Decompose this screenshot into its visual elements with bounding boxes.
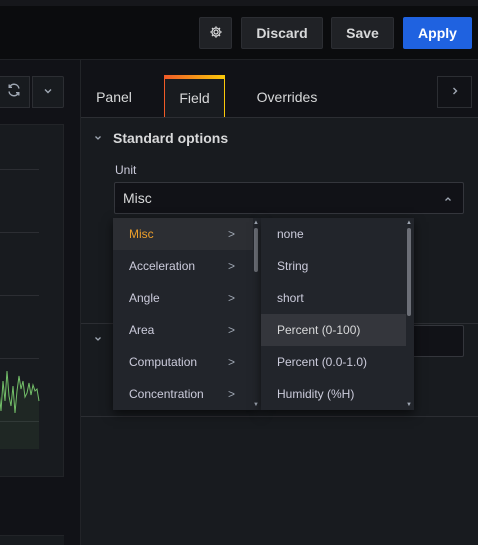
menu-item-percent-0-1[interactable]: Percent (0.0-1.0) <box>261 346 406 378</box>
menu-item-label: short <box>277 291 304 305</box>
menu-item-misc[interactable]: Misc > <box>113 218 253 250</box>
settings-button[interactable] <box>199 17 232 49</box>
graph-preview <box>0 124 64 477</box>
chevron-up-icon <box>443 191 453 207</box>
chevron-down-icon[interactable] <box>93 333 103 347</box>
menu-item-acceleration[interactable]: Acceleration > <box>113 250 253 282</box>
unit-select-value: Misc <box>123 190 152 206</box>
refresh-icon <box>6 82 22 103</box>
menu-item-none[interactable]: none <box>261 218 406 250</box>
tab-field[interactable]: Field <box>164 77 225 117</box>
chevron-down-icon <box>93 130 103 146</box>
apply-button[interactable]: Apply <box>403 17 472 49</box>
menu-item-angle[interactable]: Angle > <box>113 282 253 314</box>
chevron-right-icon: > <box>228 323 236 337</box>
menu-item-label: Misc <box>129 227 154 241</box>
menu-item-area[interactable]: Area > <box>113 314 253 346</box>
discard-button[interactable]: Discard <box>241 17 323 49</box>
tab-active-indicator <box>164 75 225 77</box>
menu-item-string[interactable]: String <box>261 250 406 282</box>
menu-item-short[interactable]: short <box>261 282 406 314</box>
menu-item-label: Percent (0.0-1.0) <box>277 355 368 369</box>
unit-option-menu: none String short Percent (0-100) Percen… <box>261 218 414 410</box>
menu-item-label: String <box>277 259 309 273</box>
graph-series-line <box>0 370 40 449</box>
menu-item-percent-0-100[interactable]: Percent (0-100) <box>261 314 406 346</box>
chevron-right-icon: > <box>228 259 236 273</box>
menu-item-label: none <box>277 227 304 241</box>
menu-item-label: Concentration <box>129 387 204 401</box>
save-button[interactable]: Save <box>331 17 394 49</box>
collapse-options-button[interactable] <box>437 76 472 108</box>
preview-bottom <box>0 535 64 545</box>
gear-icon <box>209 25 223 42</box>
unit-select[interactable]: Misc <box>114 182 464 214</box>
chevron-right-icon <box>450 83 460 101</box>
menu-item-label: Angle <box>129 291 160 305</box>
tab-overrides[interactable]: Overrides <box>248 77 326 117</box>
unit-category-menu: Misc > Acceleration > Angle > Area > Com… <box>113 218 261 410</box>
chevron-right-icon: > <box>228 355 236 369</box>
standard-options-header[interactable]: Standard options <box>93 128 228 148</box>
menu-item-label: Acceleration <box>129 259 196 273</box>
menu-item-concentration[interactable]: Concentration > <box>113 378 253 410</box>
unit-label: Unit <box>115 163 137 177</box>
menu-item-label: Humidity (%H) <box>277 387 355 401</box>
chevron-down-icon <box>43 83 53 101</box>
chevron-right-icon: > <box>228 227 236 241</box>
category-scrollbar[interactable]: ▲ ▼ <box>253 220 259 408</box>
menu-item-label: Area <box>129 323 155 337</box>
top-toolbar: Discard Save Apply <box>0 0 478 60</box>
chevron-right-icon: > <box>228 291 236 305</box>
panel-preview <box>0 60 80 545</box>
tab-panel[interactable]: Panel <box>87 77 141 117</box>
refresh-interval-dropdown[interactable] <box>32 76 64 108</box>
menu-item-computation[interactable]: Computation > <box>113 346 253 378</box>
chevron-right-icon: > <box>228 387 236 401</box>
refresh-button[interactable] <box>0 76 30 108</box>
menu-item-humidity[interactable]: Humidity (%H) <box>261 378 406 410</box>
divider <box>81 416 478 417</box>
option-scrollbar[interactable]: ▲ ▼ <box>406 220 412 408</box>
menu-item-label: Percent (0-100) <box>277 323 361 337</box>
section-title: Standard options <box>113 130 229 146</box>
menu-item-label: Computation <box>129 355 198 369</box>
